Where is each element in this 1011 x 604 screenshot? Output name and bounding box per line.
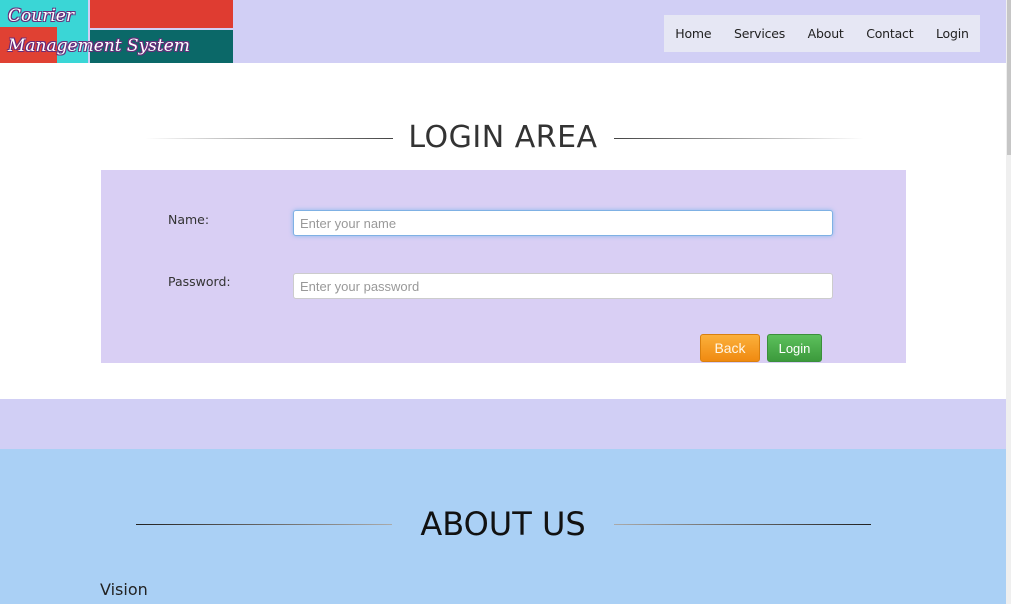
login-button[interactable]: Login (767, 334, 822, 362)
name-label: Name: (168, 212, 210, 227)
about-divider-right (614, 524, 871, 525)
login-form: Name: Password: Back Login (101, 170, 906, 363)
logo-text-line2: Management System (8, 36, 190, 56)
nav-services[interactable]: Services (734, 26, 785, 41)
logo[interactable]: Courier Management System (0, 0, 233, 63)
header: Courier Management System Home Services … (0, 0, 1006, 63)
nav-home[interactable]: Home (675, 26, 711, 41)
password-label: Password: (168, 274, 231, 289)
logo-block-red (90, 0, 233, 28)
nav-contact[interactable]: Contact (866, 26, 913, 41)
nav-login[interactable]: Login (936, 26, 969, 41)
main-nav: Home Services About Contact Login (664, 15, 980, 52)
scrollbar-thumb[interactable] (1007, 0, 1011, 155)
title-divider-right (614, 138, 864, 139)
nav-about[interactable]: About (808, 26, 844, 41)
back-button[interactable]: Back (700, 334, 760, 362)
name-input[interactable] (293, 210, 833, 236)
vision-heading: Vision (100, 580, 148, 599)
page-scrollbar[interactable] (1006, 0, 1011, 604)
password-input[interactable] (293, 273, 833, 299)
logo-text-line1: Courier (8, 6, 74, 26)
section-separator-band (0, 399, 1006, 449)
